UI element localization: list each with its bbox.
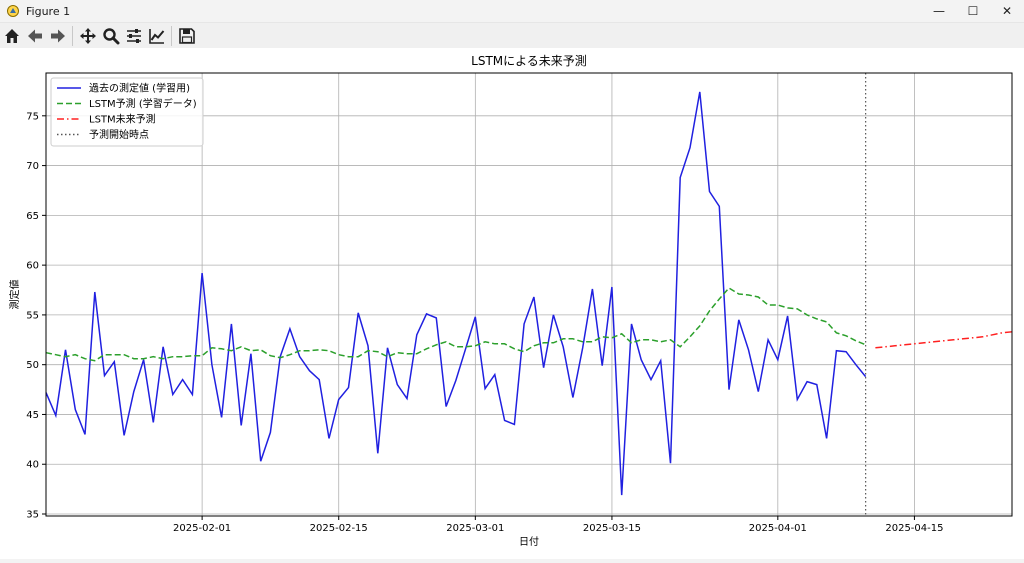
- y-tick-label: 40: [26, 460, 39, 471]
- minimize-button[interactable]: —: [922, 0, 956, 22]
- maximize-button[interactable]: ☐: [956, 0, 990, 22]
- x-tick-label: 2025-03-01: [446, 523, 504, 534]
- y-tick-label: 55: [26, 310, 39, 321]
- zoom-icon: [103, 27, 120, 44]
- x-tick-label: 2025-04-15: [885, 523, 943, 534]
- legend-label: LSTM予測 (学習データ): [89, 97, 197, 110]
- y-tick-label: 45: [26, 410, 39, 421]
- y-tick-label: 65: [26, 211, 39, 222]
- save-icon: [179, 27, 195, 44]
- forward-icon: [51, 29, 65, 42]
- toolbar-separator: [171, 25, 172, 46]
- forward-button[interactable]: [47, 25, 69, 47]
- legend-label: 過去の測定値 (学習用): [89, 82, 190, 95]
- series-line-1: [45, 91, 867, 496]
- legend-label: 予測開始時点: [89, 128, 149, 141]
- y-tick-label: 60: [26, 261, 39, 272]
- home-button[interactable]: [1, 25, 23, 47]
- toolbar-separator: [72, 25, 73, 46]
- chart[interactable]: 2025-02-01 2025-02-15 2025-03-01 2025-03-15…: [0, 48, 1024, 559]
- pan-icon: [80, 27, 96, 44]
- maximize-icon: ☐: [967, 4, 979, 18]
- x-tick-label: 2025-02-01: [173, 523, 231, 534]
- y-tick-label: 35: [26, 510, 39, 521]
- y-axis-label: 測定値: [8, 280, 21, 310]
- window-title-bar: Figure 1 — ☐ ✕: [0, 0, 1024, 23]
- pan-button[interactable]: [77, 25, 99, 47]
- minimize-icon: —: [933, 4, 945, 18]
- edit-axis-icon: [149, 28, 165, 44]
- legend: 過去の測定値 (学習用) LSTM予測 (学習データ) LSTM未来予測予測開始時点: [50, 77, 204, 147]
- y-tick-label: 70: [26, 161, 39, 172]
- back-icon: [28, 29, 42, 42]
- back-button[interactable]: [24, 25, 46, 47]
- y-tick-label: 75: [26, 111, 39, 122]
- configure-icon: [127, 28, 141, 43]
- configure-subplots-button[interactable]: [123, 25, 145, 47]
- series-line-3: [875, 331, 1013, 349]
- close-button[interactable]: ✕: [990, 0, 1024, 22]
- zoom-button[interactable]: [100, 25, 122, 47]
- save-button[interactable]: [176, 25, 198, 47]
- home-icon: [5, 28, 19, 43]
- matplotlib-app-icon: [7, 5, 19, 17]
- chart-title: LSTMによる未来予測: [471, 54, 587, 68]
- legend-label: LSTM未来予測: [89, 113, 156, 126]
- x-axis-label: 日付: [519, 535, 539, 548]
- window-title: Figure 1: [26, 4, 71, 18]
- x-tick-label: 2025-02-15: [310, 523, 368, 534]
- x-tick-label: 2025-03-15: [583, 523, 641, 534]
- series-line-2: [45, 287, 866, 362]
- x-tick-label: 2025-04-01: [749, 523, 807, 534]
- figure-canvas: 2025-02-01 2025-02-15 2025-03-01 2025-03-15…: [0, 48, 1024, 559]
- close-icon: ✕: [1001, 4, 1013, 18]
- navigation-toolbar: [0, 23, 1024, 48]
- y-tick-label: 50: [26, 360, 39, 371]
- edit-axis-button[interactable]: [146, 25, 168, 47]
